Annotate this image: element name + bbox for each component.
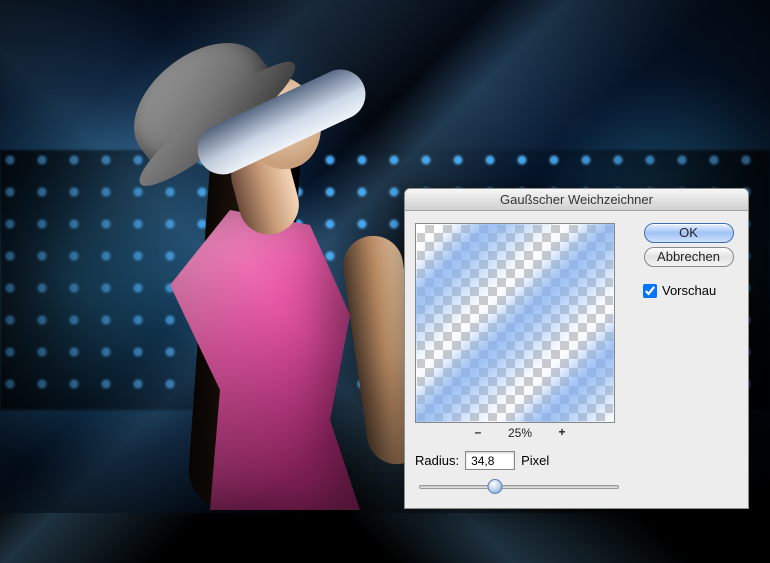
dialog-body: – 25% + Radius: Pixel OK Abbrechen Vor <box>405 211 748 508</box>
radius-label: Radius: <box>415 453 459 468</box>
dialog-left-column: – 25% + Radius: Pixel <box>415 223 625 494</box>
radius-input[interactable] <box>465 451 515 470</box>
radius-slider-wrap <box>415 478 625 494</box>
preview-checkbox[interactable] <box>643 284 657 298</box>
preview-checkbox-label: Vorschau <box>662 283 716 298</box>
zoom-level-label: 25% <box>508 426 532 440</box>
blur-preview[interactable] <box>415 223 615 423</box>
gaussian-blur-dialog: Gaußscher Weichzeichner – 25% + Radius: … <box>404 188 749 509</box>
dialog-right-column: OK Abbrechen Vorschau <box>639 223 738 494</box>
preview-checkbox-row[interactable]: Vorschau <box>639 283 716 298</box>
radius-unit-label: Pixel <box>521 453 549 468</box>
slider-track <box>419 485 619 489</box>
slider-thumb[interactable] <box>488 479 503 494</box>
zoom-in-button[interactable]: + <box>554 425 570 441</box>
cancel-button[interactable]: Abbrechen <box>644 247 734 267</box>
radius-slider[interactable] <box>419 478 619 494</box>
ok-button[interactable]: OK <box>644 223 734 243</box>
preview-content <box>415 223 615 423</box>
dialog-title: Gaußscher Weichzeichner <box>405 189 748 211</box>
zoom-out-button[interactable]: – <box>470 425 486 441</box>
zoom-controls: – 25% + <box>415 425 625 441</box>
radius-row: Radius: Pixel <box>415 451 625 470</box>
